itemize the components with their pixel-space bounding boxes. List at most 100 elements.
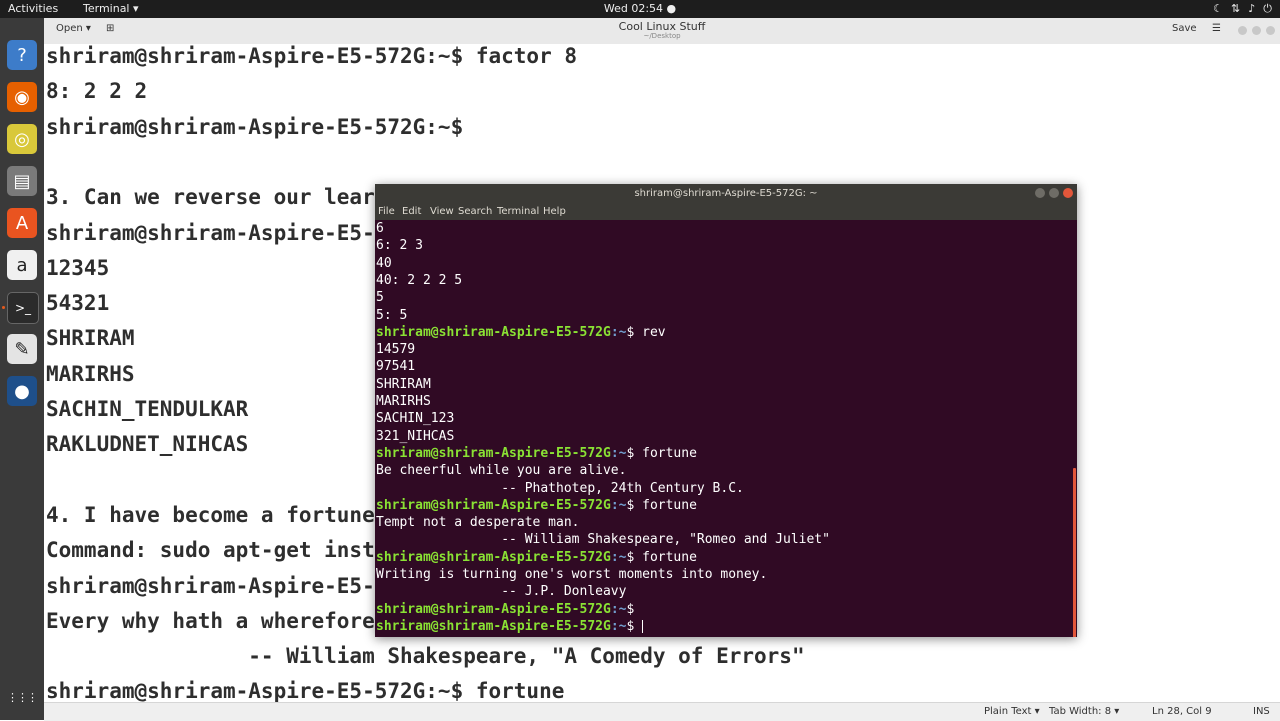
terminal-scrollbar[interactable] — [1073, 468, 1076, 637]
terminal-title: shriram@shriram-Aspire-E5-572G: ~ — [634, 188, 818, 199]
maximize-icon[interactable] — [1252, 26, 1261, 35]
output-text: 6: 2 3 — [376, 238, 423, 254]
terminal-menu-search[interactable]: Search — [458, 206, 492, 217]
editor-line: 12345 — [46, 255, 110, 280]
editor-line: shriram@shriram-Aspire-E5-572G:~$ fortun… — [46, 679, 565, 702]
save-button[interactable]: Save — [1172, 23, 1197, 34]
output-text: -- Phathotep, 24th Century B.C. — [376, 480, 744, 496]
output-text: 97541 — [376, 359, 416, 375]
prompt-user: shriram@shriram-Aspire-E5-572G — [376, 618, 611, 634]
software-icon[interactable]: A — [7, 208, 37, 238]
editor-line: shriram@shriram-Aspire-E5-572 — [46, 220, 413, 245]
terminal-output-line: 6 — [376, 220, 384, 237]
terminal-titlebar[interactable]: shriram@shriram-Aspire-E5-572G: ~ — [375, 184, 1077, 203]
firefox-icon[interactable]: ◉ — [7, 82, 37, 112]
terminal-output-line: Tempt not a desperate man. — [376, 514, 580, 531]
editor-line: 8: 2 2 2 — [46, 79, 148, 104]
prompt-user: shriram@shriram-Aspire-E5-572G — [376, 445, 611, 461]
clock[interactable]: Wed 02:54 ● — [0, 2, 1280, 16]
terminal-close-icon[interactable] — [1063, 188, 1073, 198]
close-icon[interactable] — [1266, 26, 1275, 35]
prompt-user: shriram@shriram-Aspire-E5-572G — [376, 549, 611, 565]
editor-line: SHRIRAM — [46, 326, 135, 351]
rhythmbox-icon[interactable]: ◎ — [7, 124, 37, 154]
prompt-path: :~ — [610, 324, 627, 340]
terminal-output-line: 321_NIHCAS — [376, 428, 454, 445]
files-icon[interactable]: ▤ — [7, 166, 37, 196]
terminal-output[interactable]: 6 6: 2 3 40 40: 2 2 2 5 5 5: 5 shriram@shriram… — [375, 220, 1077, 637]
terminal-command-line: shriram@shriram-Aspire-E5-572G:~$ — [376, 618, 644, 635]
amazon-icon[interactable]: a — [7, 250, 37, 280]
output-text: Writing is turning one's worst moments i… — [376, 567, 768, 582]
status-bar: Plain Text ▾ Tab Width: 8 ▾ Ln 28, Col 9… — [44, 702, 1280, 721]
minimize-icon[interactable] — [1238, 26, 1247, 35]
prompt-path: :~ — [610, 445, 627, 461]
prompt-path: :~ — [610, 497, 627, 513]
editor-line: Command: sudo apt-get install — [46, 538, 413, 563]
output-text: -- J.P. Donleavy — [376, 584, 627, 600]
command-text: $ fortune — [626, 497, 697, 513]
terminal-window[interactable]: shriram@shriram-Aspire-E5-572G: ~ File Ed… — [375, 184, 1077, 637]
terminal-command-line: shriram@shriram-Aspire-E5-572G:~$ — [376, 601, 634, 618]
syntax-selector[interactable]: Plain Text ▾ — [984, 706, 1040, 717]
editor-line: SACHIN_TENDULKAR — [46, 397, 249, 421]
output-text: 40: 2 2 2 5 — [376, 272, 463, 288]
prompt-user: shriram@shriram-Aspire-E5-572G — [376, 497, 611, 513]
prompt-path: :~ — [610, 601, 627, 617]
editor-line: RAKLUDNET_NIHCAS — [46, 432, 249, 457]
terminal-output-line: -- Phathotep, 24th Century B.C. — [376, 480, 744, 497]
prompt-path: :~ — [610, 618, 627, 634]
apps-grid-icon[interactable]: ⋮⋮⋮ — [7, 682, 38, 712]
command-text: $ fortune — [626, 549, 697, 565]
terminal-output-line: -- J.P. Donleavy — [376, 583, 626, 600]
editor-line: shriram@shriram-Aspire-E5-572G:~$ factor… — [46, 44, 578, 68]
system-tray[interactable]: ☾ ⇅ ♪ ⏻ — [1213, 2, 1272, 16]
output-text: -- William Shakespeare, "Romeo and Julie… — [376, 532, 830, 548]
terminal-minimize-icon[interactable] — [1035, 188, 1045, 198]
tab-width-selector[interactable]: Tab Width: 8 ▾ — [1049, 706, 1119, 717]
cursor-position: Ln 28, Col 9 — [1152, 706, 1212, 717]
insert-mode[interactable]: INS — [1253, 706, 1270, 717]
command-text: $ fortune — [626, 445, 697, 461]
running-indicator — [2, 306, 5, 309]
output-text: 5: 5 — [376, 307, 408, 323]
terminal-output-line: Writing is turning one's worst moments i… — [376, 566, 767, 583]
hamburger-menu-icon[interactable]: ☰ — [1212, 23, 1221, 34]
volume-icon[interactable]: ♪ — [1248, 2, 1255, 16]
terminal-maximize-icon[interactable] — [1049, 188, 1059, 198]
output-text: 5 — [376, 290, 384, 306]
output-text: 6 — [376, 221, 384, 236]
terminal-icon[interactable]: >_ — [7, 292, 39, 324]
terminal-output-line: 40 — [376, 255, 392, 272]
terminal-menu-terminal[interactable]: Terminal — [497, 206, 539, 217]
terminal-menu-file[interactable]: File — [378, 206, 395, 217]
document-path: ~/Desktop — [643, 32, 681, 40]
editor-line: shriram@shriram-Aspire-E5-572G:~$ — [46, 114, 464, 139]
output-text: SACHIN_123 — [376, 411, 455, 427]
terminal-output-line: 5 — [376, 289, 384, 306]
terminal-output-line: SHRIRAM — [376, 376, 431, 393]
terminal-command-line: shriram@shriram-Aspire-E5-572G:~$ fortun… — [376, 549, 697, 566]
help-icon[interactable]: ? — [7, 40, 37, 70]
output-text: 14579 — [376, 342, 416, 358]
moon-icon[interactable]: ☾ — [1213, 2, 1223, 16]
terminal-menu-help[interactable]: Help — [543, 206, 566, 217]
terminal-output-line: 6: 2 3 — [376, 237, 423, 254]
output-text: 321_NIHCAS — [376, 428, 455, 444]
terminal-menu-view[interactable]: View — [430, 206, 454, 217]
terminal-menu-edit[interactable]: Edit — [402, 206, 421, 217]
text-editor-icon[interactable]: ✎ — [7, 334, 37, 364]
command-text: $ rev — [626, 324, 666, 340]
output-text: Be cheerful while you are alive. — [376, 463, 627, 479]
editor-line: 54321 — [46, 291, 110, 316]
editor-line: MARIRHS — [46, 361, 135, 386]
terminal-command-line: shriram@shriram-Aspire-E5-572G:~$ rev — [376, 324, 666, 341]
editor-line: Every why hath a wherefore. — [46, 608, 388, 633]
network-icon[interactable]: ⇅ — [1231, 2, 1240, 16]
system-icon[interactable]: ● — [7, 376, 37, 406]
power-icon[interactable]: ⏻ — [1263, 2, 1272, 16]
editor-line: 4. I have become a fortune te — [46, 502, 413, 527]
editor-headerbar: Open ▾ ⊞ Cool Linux Stuff ~/Desktop Save… — [44, 18, 1280, 45]
output-text: MARIRHS — [376, 394, 431, 409]
command-text: $ — [626, 601, 635, 617]
